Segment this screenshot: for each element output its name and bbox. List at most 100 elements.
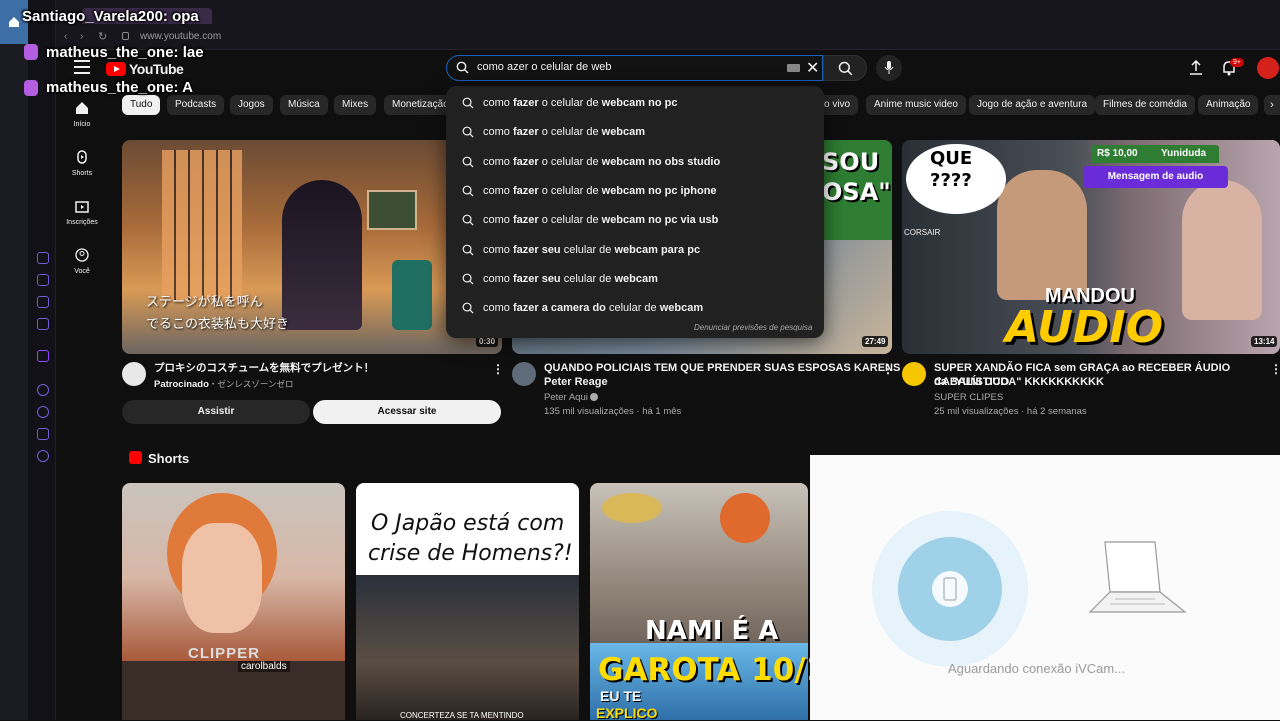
filter-chip[interactable]: Música: [280, 95, 328, 115]
address-bar[interactable]: [56, 28, 1280, 50]
search-icon: [462, 97, 474, 109]
video-title[interactable]: プロキシのコスチュームを無料でプレゼント！: [154, 361, 374, 375]
donation-label: Mensagem de audio: [1083, 166, 1228, 188]
search-suggestion[interactable]: como fazer a camera do celular de webcam: [462, 302, 703, 314]
more-options-icon[interactable]: ⋮: [882, 362, 894, 376]
caption-line: ステージが私を呼ん: [146, 295, 263, 310]
voice-search-button[interactable]: [876, 55, 902, 81]
suggestion-text: como fazer seu celular de webcam: [483, 273, 658, 285]
suggestion-part: fazer seu: [509, 272, 564, 285]
video-meta: 25 mil visualizações · há 2 semanas: [934, 406, 1087, 417]
chat-message: A: [182, 79, 193, 96]
nav-shorts[interactable]: Shorts: [60, 150, 104, 177]
nav-subscriptions[interactable]: Inscrições: [60, 199, 104, 226]
forward-icon[interactable]: ›: [80, 31, 83, 42]
search-icon: [462, 156, 474, 168]
chips-next-icon[interactable]: ›: [1264, 95, 1280, 115]
video-meta: 135 mil visualizações · há 1 mês: [544, 406, 682, 417]
search-button[interactable]: [823, 55, 867, 81]
mail-icon[interactable]: [37, 318, 49, 330]
search-suggestion[interactable]: como fazer o celular de webcam no pc iph…: [462, 185, 717, 197]
nav-home-label: Início: [73, 121, 91, 128]
shorts-heading: Shorts: [148, 451, 190, 466]
suggestion-part: webcam para pc: [611, 243, 701, 256]
visit-site-button[interactable]: Acessar site: [313, 400, 501, 424]
channel-name[interactable]: SUPER CLIPES: [934, 391, 1003, 405]
notification-badge: 9+: [1230, 58, 1244, 67]
channel-avatar[interactable]: [122, 362, 146, 386]
chat-line: matheus_the_one: A: [46, 79, 193, 96]
back-icon[interactable]: ‹: [64, 31, 67, 42]
short-thumbnail[interactable]: [122, 483, 345, 720]
suggestion-part: o celular de: [541, 184, 599, 197]
short-title-line: EXPLICO: [596, 705, 658, 721]
extensions-icon[interactable]: [37, 428, 49, 440]
video-title[interactable]: Peter Reage: [544, 375, 608, 389]
brand-logo-text: CORSAIR: [904, 228, 941, 237]
suggestion-part: como: [483, 214, 510, 227]
filter-chip[interactable]: Mixes: [334, 95, 377, 115]
url-text[interactable]: www.youtube.com: [140, 31, 221, 42]
short-overlay-tag: CLIPPER: [188, 645, 261, 662]
search-suggestion[interactable]: como fazer o celular de webcam: [462, 126, 645, 138]
suggestion-text: como fazer o celular de webcam no pc: [483, 97, 677, 109]
nav-home[interactable]: Início: [60, 101, 104, 128]
filter-chip[interactable]: Animação: [1198, 95, 1259, 115]
chat-message: lae: [182, 44, 204, 61]
search-query[interactable]: como azer o celular de web: [477, 61, 612, 73]
search-icon: [462, 185, 474, 197]
filter-chip[interactable]: Jogos: [230, 95, 273, 115]
filter-chip[interactable]: Filmes de comédia: [1095, 95, 1195, 115]
filter-chip[interactable]: Anime music video: [866, 95, 966, 115]
channel-avatar[interactable]: [512, 362, 536, 386]
suggestion-text: como fazer o celular de webcam no pc iph…: [483, 185, 717, 197]
search-suggestion[interactable]: como fazer o celular de webcam no pc via…: [462, 214, 718, 226]
create-upload-icon[interactable]: [1189, 59, 1203, 81]
account-avatar[interactable]: [1257, 57, 1279, 79]
whatsapp-icon[interactable]: [37, 274, 49, 286]
user-icon: [75, 248, 89, 262]
instagram-icon[interactable]: [37, 296, 49, 308]
video-duration: 27:49: [862, 336, 889, 347]
reload-icon[interactable]: ↻: [98, 30, 107, 43]
thumbnail-text: QUE: [930, 148, 973, 169]
keyboard-icon[interactable]: [787, 64, 800, 72]
messenger-icon[interactable]: [37, 252, 49, 264]
search-suggestion[interactable]: como fazer seu celular de webcam: [462, 273, 658, 285]
search-suggestion[interactable]: como fazer seu celular de webcam para pc: [462, 244, 700, 256]
short-title-line: O Japão está com: [371, 511, 565, 536]
menu-icon[interactable]: [74, 60, 90, 74]
suggestion-part: como: [483, 272, 510, 285]
short-title-line: crise de Homens?!: [368, 541, 573, 566]
short-title-line: EU TE: [600, 688, 642, 704]
search-icon: [462, 273, 474, 285]
player-icon[interactable]: [37, 384, 49, 396]
filter-chip[interactable]: Tudo: [122, 95, 161, 115]
more-options-icon[interactable]: ⋮: [1270, 362, 1280, 376]
search-suggestion[interactable]: como fazer o celular de webcam no obs st…: [462, 156, 720, 168]
suggestion-part: webcam: [656, 302, 704, 315]
thumbnail-text: SOU: [822, 148, 880, 176]
history-icon[interactable]: [37, 406, 49, 418]
video-title[interactable]: da "YUNI DUDA" KKKKKKKKKK: [934, 375, 1104, 389]
video-title[interactable]: QUANDO POLICIAIS TEM QUE PRENDER SUAS ES…: [544, 361, 907, 375]
nav-you[interactable]: Você: [60, 248, 104, 275]
report-predictions-link[interactable]: Denunciar previsões de pesquisa: [694, 323, 812, 332]
suggestion-part: fazer: [509, 155, 542, 168]
sponsored-label: Patrocinado: [154, 379, 209, 390]
filter-chip[interactable]: Podcasts: [167, 95, 225, 115]
channel-name[interactable]: Peter Aqui: [544, 391, 599, 405]
twitch-icon[interactable]: [37, 350, 49, 362]
search-suggestion[interactable]: como fazer o celular de webcam no pc: [462, 97, 677, 109]
filter-chip[interactable]: Jogo de ação e aventura: [969, 95, 1096, 115]
shorts-icon: [77, 150, 87, 164]
suggestion-part: o celular de: [541, 97, 599, 109]
clear-search-icon[interactable]: ✕: [806, 58, 819, 78]
search-icon: [462, 302, 474, 314]
youtube-logo[interactable]: YouTube: [106, 61, 184, 77]
search-icon: [838, 61, 852, 75]
channel-avatar[interactable]: [902, 362, 926, 386]
watch-button[interactable]: Assistir: [122, 400, 310, 424]
settings-icon[interactable]: [37, 450, 49, 462]
more-options-icon[interactable]: ⋮: [492, 362, 504, 376]
